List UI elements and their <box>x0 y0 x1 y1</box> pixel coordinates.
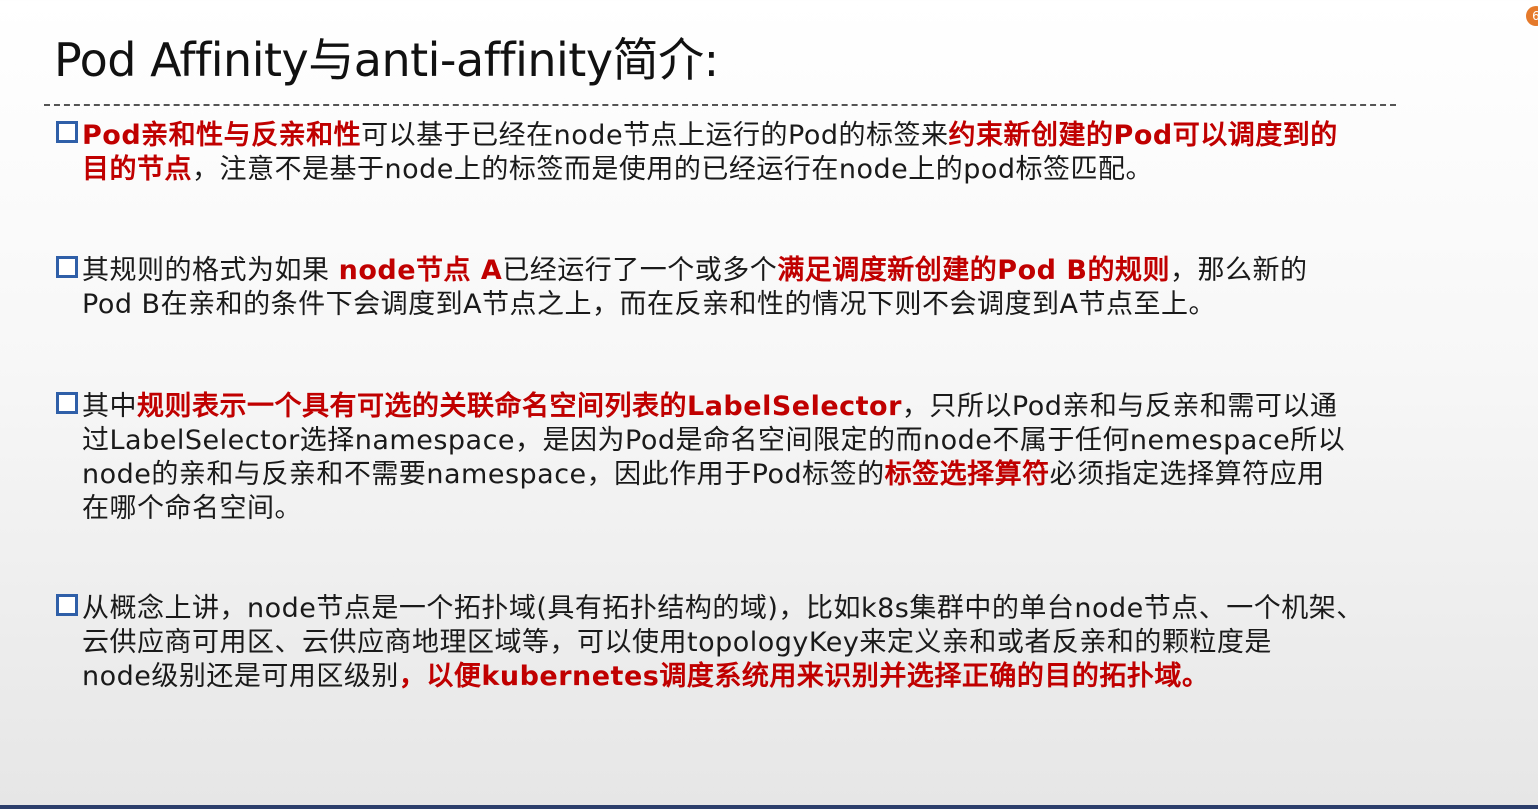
bullet-line: 从概念上讲，node节点是一个拓扑域(具有拓扑结构的域)，比如k8s集群中的单台… <box>56 592 1496 626</box>
highlighted-text: 满足调度新创建的Pod B的规则 <box>777 255 1170 286</box>
bullet-line: 在哪个命名空间。 <box>56 492 1496 526</box>
bullet-line: node的亲和与反亲和不需要namespace，因此作用于Pod标签的标签选择算… <box>56 458 1496 492</box>
highlighted-text: ，以便kubernetes调度系统用来识别并选择正确的目的拓扑域。 <box>398 661 1210 692</box>
body-text: 从概念上讲，node节点是一个拓扑域(具有拓扑结构的域)，比如k8s集群中的单台… <box>82 593 1364 624</box>
highlighted-text: Pod亲和性与反亲和性 <box>82 120 362 151</box>
highlighted-text: 约束新创建的Pod可以调度到的 <box>948 120 1338 151</box>
bottom-rule <box>0 805 1538 809</box>
highlighted-text: node节点 A <box>338 255 503 286</box>
bullet-item: 从概念上讲，node节点是一个拓扑域(具有拓扑结构的域)，比如k8s集群中的单台… <box>56 592 1496 694</box>
bullet-line: Pod B在亲和的条件下会调度到A节点之上，而在反亲和性的情况下则不会调度到A节… <box>56 288 1496 322</box>
highlighted-text: 目的节点 <box>82 154 192 185</box>
bullet-item: 其中规则表示一个具有可选的关联命名空间列表的LabelSelector，只所以P… <box>56 390 1496 526</box>
bullet-item: Pod亲和性与反亲和性可以基于已经在node节点上运行的Pod的标签来约束新创建… <box>56 119 1496 187</box>
body-text: 在哪个命名空间。 <box>82 493 302 524</box>
body-text: ，那么新的 <box>1169 255 1308 286</box>
body-text: node级别还是可用区级别 <box>82 661 399 692</box>
body-text: 过LabelSelector选择namespace，是因为Pod是命名空间限定的… <box>82 425 1346 456</box>
title-divider <box>44 104 1396 106</box>
slide-title: Pod Affinity与anti-affinity简介: <box>54 33 719 87</box>
bullet-line: 过LabelSelector选择namespace，是因为Pod是命名空间限定的… <box>56 424 1496 458</box>
body-text: 其规则的格式为如果 <box>82 255 339 286</box>
bullet-line: 目的节点，注意不是基于node上的标签而是使用的已经运行在node上的pod标签… <box>56 153 1496 187</box>
body-text: Pod B在亲和的条件下会调度到A节点之上，而在反亲和性的情况下则不会调度到A节… <box>82 289 1217 320</box>
bullet-line: Pod亲和性与反亲和性可以基于已经在node节点上运行的Pod的标签来约束新创建… <box>56 119 1496 153</box>
notification-badge[interactable]: 6 <box>1526 6 1538 26</box>
highlighted-text: 规则表示一个具有可选的关联命名空间列表的LabelSelector <box>137 391 902 422</box>
square-bullet-icon <box>56 594 78 616</box>
body-text: 已经运行了一个或多个 <box>502 255 778 286</box>
square-bullet-icon <box>56 121 78 143</box>
body-text: node的亲和与反亲和不需要namespace，因此作用于Pod标签的 <box>82 459 885 490</box>
slide: 6 Pod Affinity与anti-affinity简介: Pod亲和性与反… <box>0 0 1538 809</box>
body-text: 其中 <box>82 391 137 422</box>
body-text: 必须指定选择算符应用 <box>1049 459 1325 490</box>
bullet-line: 其中规则表示一个具有可选的关联命名空间列表的LabelSelector，只所以P… <box>56 390 1496 424</box>
bullet-item: 其规则的格式为如果 node节点 A已经运行了一个或多个满足调度新创建的Pod … <box>56 254 1496 322</box>
body-text: 可以基于已经在node节点上运行的Pod的标签来 <box>361 120 949 151</box>
bullet-line: node级别还是可用区级别，以便kubernetes调度系统用来识别并选择正确的… <box>56 660 1496 694</box>
body-text: ，只所以Pod亲和与反亲和需可以通 <box>901 391 1338 422</box>
square-bullet-icon <box>56 256 78 278</box>
square-bullet-icon <box>56 392 78 414</box>
body-text: ，注意不是基于node上的标签而是使用的已经运行在node上的pod标签匹配。 <box>192 154 1154 185</box>
body-text: 云供应商可用区、云供应商地理区域等，可以使用topologyKey来定义亲和或者… <box>82 627 1272 658</box>
bullet-line: 其规则的格式为如果 node节点 A已经运行了一个或多个满足调度新创建的Pod … <box>56 254 1496 288</box>
bullet-line: 云供应商可用区、云供应商地理区域等，可以使用topologyKey来定义亲和或者… <box>56 626 1496 660</box>
highlighted-text: 标签选择算符 <box>884 459 1050 490</box>
